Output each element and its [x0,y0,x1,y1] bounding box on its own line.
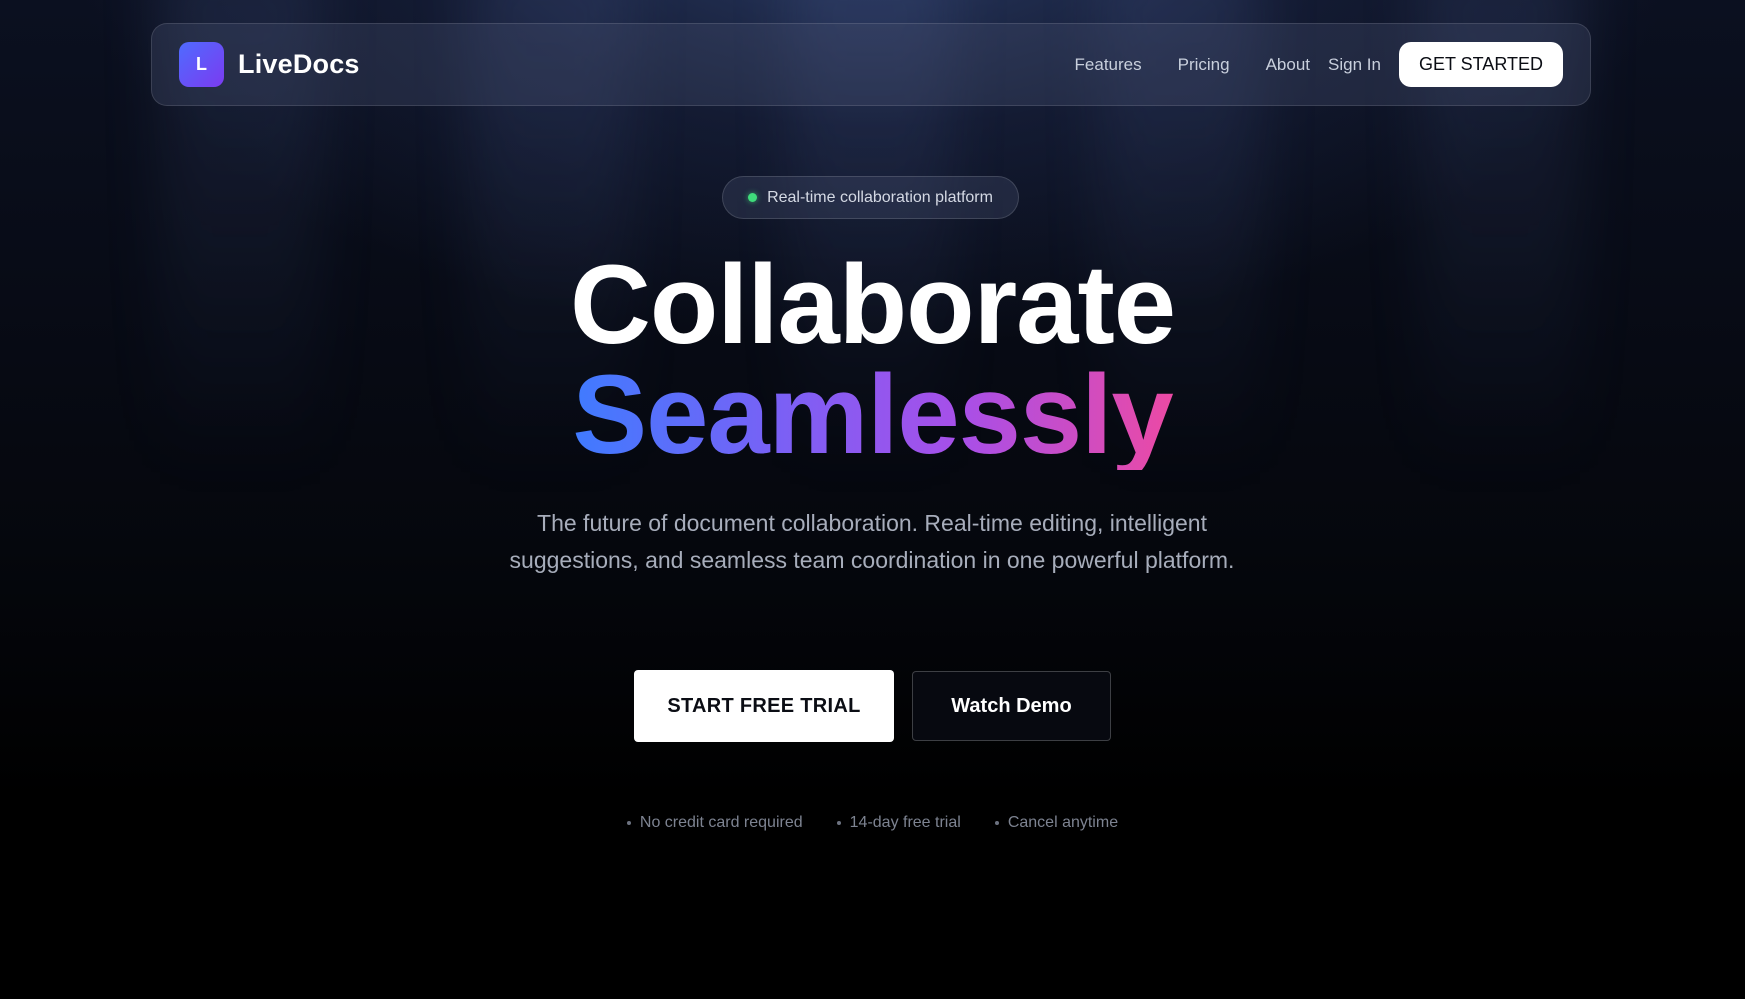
landing-page: L LiveDocs Features Pricing About Sign I… [0,0,1745,999]
perk-item: No credit card required [626,814,803,832]
perk-item: 14-day free trial [836,814,961,832]
hero-headline: Collaborate Seamlessly [0,242,1745,477]
get-started-button[interactable]: GET STARTED [1398,42,1563,87]
headline-line-1: Collaborate [569,242,1176,367]
logo-letter: L [196,54,207,74]
bullet-icon [836,821,841,825]
top-navbar: L LiveDocs Features Pricing About Sign I… [151,23,1591,106]
perks-list: No credit card required 14-day free tria… [0,814,1745,832]
hero-subtitle: The future of document collaboration. Re… [509,510,1235,573]
perk-text: No credit card required [639,814,803,831]
status-dot-icon [748,193,758,202]
bullet-icon [626,821,631,825]
logo-icon: L [179,42,224,87]
perk-text: Cancel anytime [1007,814,1119,831]
nav-link-pricing[interactable]: Pricing [1178,55,1230,75]
badge-text: Real-time collaboration platform [767,188,993,206]
perk-item: Cancel anytime [994,814,1119,832]
cta-row: START FREE TRIAL Watch Demo [0,670,1745,742]
bullet-icon [994,821,999,825]
nav-links: Features Pricing About Sign In GET START… [1075,42,1563,87]
start-free-trial-button[interactable]: START FREE TRIAL [634,670,894,742]
brand[interactable]: L LiveDocs [179,42,360,87]
nav-link-about[interactable]: About [1266,55,1310,75]
headline-line-2-gradient: Seamlessly [572,352,1173,477]
watch-demo-button[interactable]: Watch Demo [912,671,1111,741]
sign-in-link[interactable]: Sign In [1328,55,1381,75]
nav-link-features[interactable]: Features [1075,55,1142,75]
perk-text: 14-day free trial [849,814,961,831]
brand-name: LiveDocs [238,49,360,79]
hero-badge: Real-time collaboration platform [722,176,1019,219]
